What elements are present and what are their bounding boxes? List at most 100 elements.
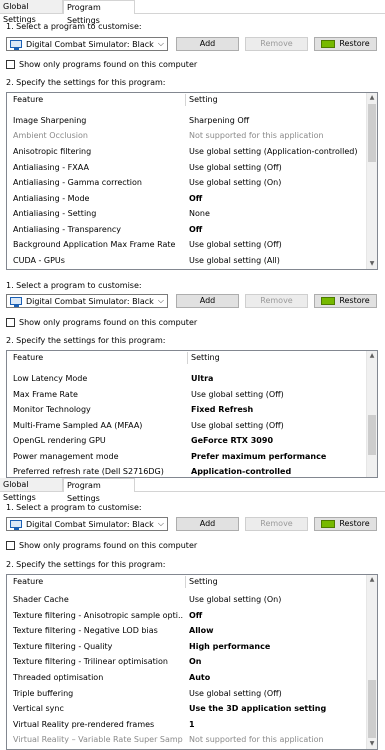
- table-row[interactable]: Texture filtering - Quality High performa…: [7, 639, 366, 654]
- nvidia-logo-icon: [321, 519, 336, 528]
- scroll-thumb[interactable]: [368, 104, 376, 162]
- tab-program-settings[interactable]: Program Settings: [63, 0, 135, 25]
- show-only-checkbox[interactable]: [6, 541, 15, 550]
- show-only-checkbox[interactable]: [6, 60, 15, 69]
- list-header: Feature Setting: [7, 575, 366, 589]
- table-row[interactable]: Background Application Max Frame Rate Use…: [7, 237, 366, 252]
- table-row[interactable]: OpenGL rendering GPU GeForce RTX 3090: [7, 433, 366, 448]
- table-row[interactable]: Triple buffering Use global setting (Off): [7, 686, 366, 701]
- program-select[interactable]: Digital Combat Simulator: Black ... ⌵: [6, 294, 168, 308]
- table-row[interactable]: Antialiasing - Mode Off: [7, 191, 366, 206]
- table-row[interactable]: Image Sharpening Sharpening Off: [7, 113, 366, 128]
- setting-cell: None: [189, 209, 210, 218]
- feature-column-header[interactable]: Feature: [13, 577, 43, 586]
- scroll-up-icon[interactable]: ▲: [367, 575, 377, 585]
- feature-cell: Max Frame Rate: [13, 390, 78, 399]
- vertical-scrollbar[interactable]: ▲: [366, 351, 377, 477]
- program-select-value: Digital Combat Simulator: Black ...: [26, 40, 154, 49]
- select-program-label: 1. Select a program to customise:: [6, 22, 142, 31]
- scroll-down-icon[interactable]: ▼: [367, 739, 377, 749]
- scroll-up-icon[interactable]: ▲: [367, 93, 377, 103]
- scroll-up-icon[interactable]: ▲: [367, 351, 377, 361]
- show-only-checkbox[interactable]: [6, 318, 15, 327]
- scroll-down-icon[interactable]: ▼: [367, 259, 377, 269]
- restore-label: Restore: [339, 296, 370, 305]
- select-program-label: 1. Select a program to customise:: [6, 503, 142, 512]
- add-button[interactable]: Add: [176, 517, 239, 531]
- remove-button[interactable]: Remove: [245, 517, 308, 531]
- feature-column-header[interactable]: Feature: [13, 95, 43, 104]
- table-row[interactable]: Virtual Reality pre-rendered frames 1: [7, 717, 366, 732]
- feature-cell: Antialiasing - FXAA: [13, 163, 89, 172]
- remove-button[interactable]: Remove: [245, 294, 308, 308]
- program-icon: [10, 40, 22, 50]
- chevron-down-icon: ⌵: [157, 39, 164, 48]
- restore-button[interactable]: Restore: [314, 37, 377, 51]
- add-button[interactable]: Add: [176, 37, 239, 51]
- vertical-scrollbar[interactable]: ▲ ▼: [366, 93, 377, 269]
- table-row[interactable]: CUDA - GPUs Use global setting (All): [7, 253, 366, 268]
- feature-cell: Image Sharpening: [13, 116, 87, 125]
- settings-panel-1: Global Settings Program Settings 1. Sele…: [0, 0, 385, 272]
- scroll-thumb[interactable]: [368, 680, 376, 738]
- table-row[interactable]: Low Latency Mode Ultra: [7, 371, 366, 386]
- table-row[interactable]: Texture filtering - Anisotropic sample o…: [7, 608, 366, 623]
- table-row[interactable]: Threaded optimisation Auto: [7, 670, 366, 685]
- table-row[interactable]: Multi-Frame Sampled AA (MFAA) Use global …: [7, 418, 366, 433]
- feature-cell: Triple buffering: [13, 689, 74, 698]
- show-only-label: Show only programs found on this compute…: [19, 60, 198, 69]
- restore-button[interactable]: Restore: [314, 294, 377, 308]
- setting-cell: Off: [189, 611, 203, 620]
- table-row[interactable]: Texture filtering - Negative LOD bias All…: [7, 623, 366, 638]
- column-divider[interactable]: [185, 576, 186, 588]
- tab-program-settings[interactable]: Program Settings: [63, 478, 135, 503]
- table-row[interactable]: Antialiasing - Gamma correction Use globa…: [7, 175, 366, 190]
- feature-cell: Antialiasing - Gamma correction: [13, 178, 142, 187]
- table-row[interactable]: Power management mode Prefer maximum perf…: [7, 449, 366, 464]
- program-select[interactable]: Digital Combat Simulator: Black ... ⌵: [6, 37, 168, 51]
- table-row[interactable]: Max Frame Rate Use global setting (Off): [7, 387, 366, 402]
- specify-settings-label: 2. Specify the settings for this program…: [6, 336, 166, 345]
- setting-cell: Use global setting (Application-controll…: [189, 147, 358, 156]
- setting-cell: GeForce RTX 3090: [191, 436, 274, 445]
- vertical-scrollbar[interactable]: ▲ ▼: [366, 575, 377, 749]
- remove-button[interactable]: Remove: [245, 37, 308, 51]
- program-icon: [10, 520, 22, 530]
- feature-cell: Threaded optimisation: [13, 673, 104, 682]
- add-button[interactable]: Add: [176, 294, 239, 308]
- setting-column-header[interactable]: Setting: [189, 95, 218, 104]
- tab-global-settings[interactable]: Global Settings: [0, 0, 63, 24]
- settings-list: Feature Setting Image Sharpening Sharpeni…: [6, 92, 378, 270]
- nvidia-logo-icon: [321, 296, 336, 305]
- restore-button[interactable]: Restore: [314, 517, 377, 531]
- feature-cell: Texture filtering - Negative LOD bias: [13, 626, 158, 635]
- scroll-thumb[interactable]: [368, 415, 376, 455]
- tab-global-settings[interactable]: Global Settings: [0, 478, 63, 502]
- setting-cell: Fixed Refresh: [191, 405, 254, 414]
- feature-column-header[interactable]: Feature: [13, 353, 43, 362]
- setting-cell: High performance: [189, 642, 271, 651]
- table-row[interactable]: Antialiasing - Setting None: [7, 206, 366, 221]
- table-row[interactable]: Vertical sync Use the 3D application sett…: [7, 701, 366, 716]
- setting-cell: Use global setting (Off): [191, 390, 284, 399]
- column-divider[interactable]: [187, 352, 188, 364]
- program-select[interactable]: Digital Combat Simulator: Black ... ⌵: [6, 517, 168, 531]
- feature-cell: Texture filtering - Quality: [13, 642, 113, 651]
- table-row[interactable]: Antialiasing - Transparency Off: [7, 222, 366, 237]
- setting-column-header[interactable]: Setting: [191, 353, 220, 362]
- feature-cell: Ambient Occlusion: [13, 131, 88, 140]
- table-row[interactable]: Preferred refresh rate (Dell S2716DG) App…: [7, 464, 366, 477]
- table-row[interactable]: Texture filtering - Trilinear optimisati…: [7, 654, 366, 669]
- table-row[interactable]: Antialiasing - FXAA Use global setting (O…: [7, 160, 366, 175]
- feature-cell: Antialiasing - Transparency: [13, 225, 122, 234]
- specify-settings-label: 2. Specify the settings for this program…: [6, 78, 166, 87]
- table-row[interactable]: Monitor Technology Fixed Refresh: [7, 402, 366, 417]
- column-divider[interactable]: [185, 94, 186, 106]
- setting-cell: Prefer maximum performance: [191, 452, 327, 461]
- table-row[interactable]: Anisotropic filtering Use global setting …: [7, 144, 366, 159]
- table-row[interactable]: Ambient Occlusion Not supported for this …: [7, 128, 366, 143]
- setting-column-header[interactable]: Setting: [189, 577, 218, 586]
- table-row[interactable]: Shader Cache Use global setting (On): [7, 592, 366, 607]
- table-row[interactable]: Virtual Reality – Variable Rate Super Sa…: [7, 732, 366, 747]
- setting-cell: Use global setting (Off): [189, 163, 282, 172]
